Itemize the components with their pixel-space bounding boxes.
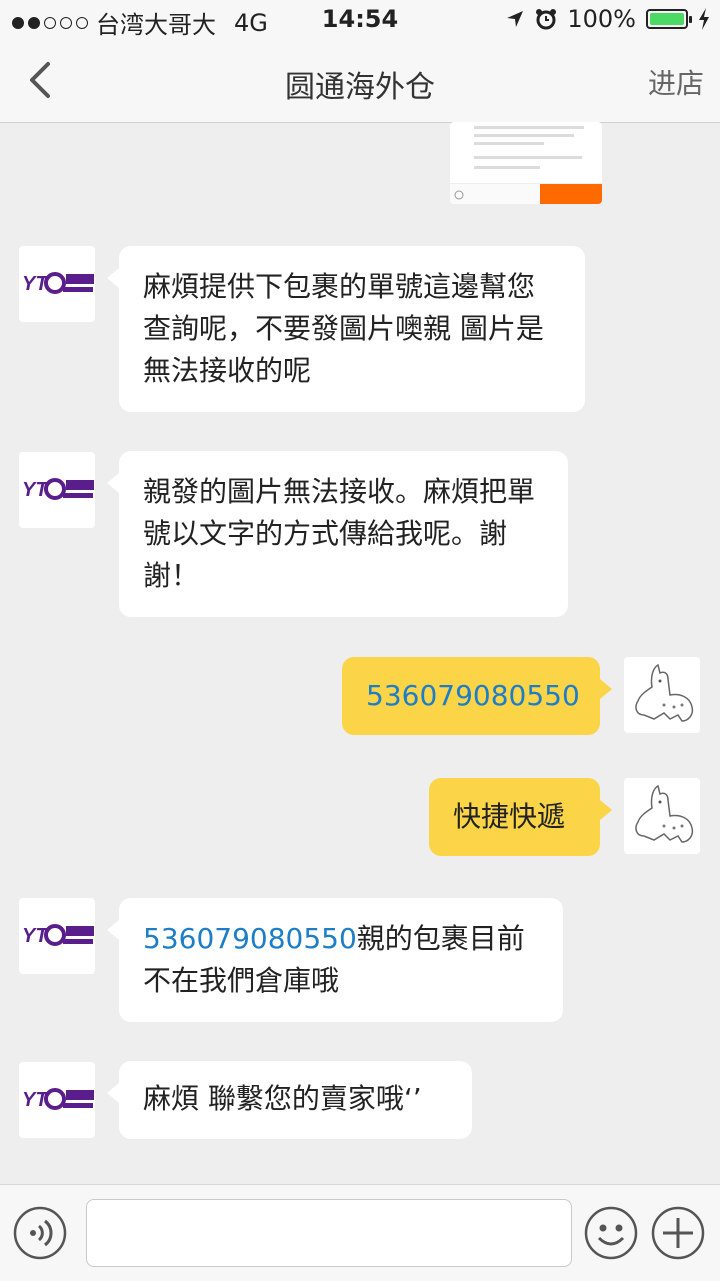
shared-image-preview[interactable] <box>450 122 602 204</box>
tracking-number-link[interactable]: 536079080550 <box>143 922 357 955</box>
battery-icon <box>646 9 692 29</box>
enter-store-button[interactable]: 进店 <box>648 62 704 102</box>
message-text: 快捷快遞 <box>453 800 566 833</box>
voice-input-icon[interactable] <box>13 1206 67 1260</box>
input-bar <box>0 1184 720 1281</box>
outgoing-message[interactable]: 快捷快遞 <box>429 778 612 856</box>
alarm-clock-icon <box>536 9 557 30</box>
user-avatar[interactable] <box>624 778 700 854</box>
preview-action-button <box>540 184 602 204</box>
location-arrow-icon <box>507 11 524 27</box>
yto-express-logo: YT <box>22 924 94 947</box>
plus-icon[interactable] <box>651 1206 705 1260</box>
avatar[interactable]: YT <box>19 452 95 528</box>
tracking-number-link[interactable]: 536079080550 <box>366 679 580 712</box>
status-bar: 台湾大哥大 4G 14:54 100% <box>0 0 720 40</box>
page-title: 圆通海外仓 <box>285 70 435 105</box>
avatar[interactable]: YT <box>19 1062 95 1138</box>
message-text: 麻煩 聯繫您的賣家哦‘’ <box>143 1082 422 1115</box>
navigation-bar: 圆通海外仓 进店 <box>0 40 720 123</box>
avatar[interactable]: YT <box>19 246 95 322</box>
incoming-message[interactable]: 親發的圖片無法接收。麻煩把單號以文字的方式傳給我呢。謝謝！ <box>107 451 568 617</box>
rody-horse-icon <box>635 663 694 722</box>
chat-bubble-icon <box>454 190 464 200</box>
message-text: 親發的圖片無法接收。麻煩把單號以文字的方式傳給我呢。謝謝！ <box>143 475 536 592</box>
yto-express-logo: YT <box>22 272 94 295</box>
status-right: 100% <box>505 5 710 33</box>
user-avatar[interactable] <box>624 657 700 733</box>
emoji-icon[interactable] <box>584 1206 638 1260</box>
outgoing-message[interactable]: 536079080550 <box>342 657 612 735</box>
message-input[interactable] <box>86 1199 572 1267</box>
message-text: 麻煩提供下包裹的單號這邊幫您查詢呢，不要發圖片噢親 圖片是無法接收的呢 <box>143 270 544 387</box>
charging-bolt-icon <box>699 8 709 30</box>
yto-express-logo: YT <box>22 478 94 501</box>
avatar[interactable]: YT <box>19 898 95 974</box>
yto-express-logo: YT <box>22 1088 94 1111</box>
battery-percent: 100% <box>567 5 636 33</box>
incoming-message[interactable]: 麻煩 聯繫您的賣家哦‘’ <box>107 1061 472 1139</box>
incoming-message[interactable]: 麻煩提供下包裹的單號這邊幫您查詢呢，不要發圖片噢親 圖片是無法接收的呢 <box>107 246 585 412</box>
incoming-message[interactable]: 536079080550親的包裹目前不在我們倉庫哦 <box>107 898 563 1022</box>
rody-horse-icon <box>635 784 694 843</box>
